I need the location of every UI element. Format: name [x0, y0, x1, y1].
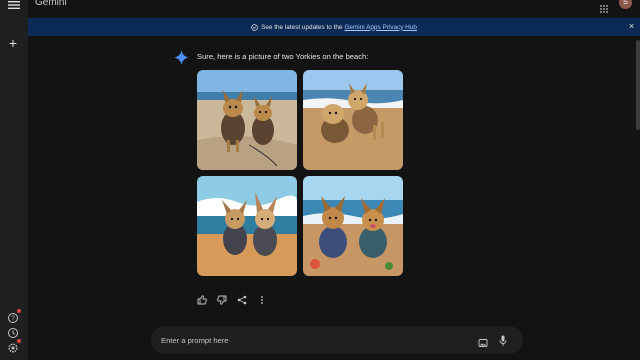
check-circle-icon	[251, 23, 258, 31]
more-vert-icon[interactable]	[257, 292, 267, 304]
app-title: Gemini	[35, 0, 67, 8]
generated-image-1[interactable]	[197, 70, 297, 170]
menu-icon[interactable]	[7, 0, 21, 10]
settings-icon[interactable]	[7, 339, 21, 353]
scrollbar[interactable]	[636, 40, 640, 130]
plus-icon[interactable]: +	[6, 36, 20, 50]
help-icon[interactable]: ?	[7, 309, 21, 323]
generated-image-4[interactable]	[303, 176, 403, 276]
prompt-input[interactable]	[161, 332, 461, 348]
image-grid	[197, 70, 403, 276]
notification-dot	[17, 309, 21, 313]
prompt-composer	[151, 326, 523, 354]
history-icon[interactable]	[7, 326, 19, 338]
mic-icon[interactable]	[499, 334, 507, 346]
sidebar: + ?	[0, 0, 28, 360]
gemini-sparkle-icon	[174, 50, 189, 65]
generated-image-3[interactable]	[197, 176, 297, 276]
banner-text: See the latest updates to the	[261, 23, 343, 31]
image-upload-icon[interactable]	[478, 335, 488, 347]
privacy-hub-link[interactable]: Gemini Apps Privacy Hub	[344, 24, 416, 31]
thumbs-down-icon[interactable]	[217, 292, 227, 305]
close-icon[interactable]: ×	[627, 22, 636, 31]
svg-text:?: ?	[11, 316, 15, 322]
top-bar: Gemini	[28, 0, 640, 14]
share-icon[interactable]	[237, 292, 247, 305]
notification-dot	[17, 339, 21, 343]
privacy-banner: See the latest updates to the Gemini App…	[28, 18, 640, 36]
generated-image-2[interactable]	[303, 70, 403, 170]
thumbs-up-icon[interactable]	[197, 292, 207, 305]
response-text: Sure, here is a picture of two Yorkies o…	[197, 52, 369, 61]
apps-grid-icon[interactable]	[600, 0, 608, 13]
